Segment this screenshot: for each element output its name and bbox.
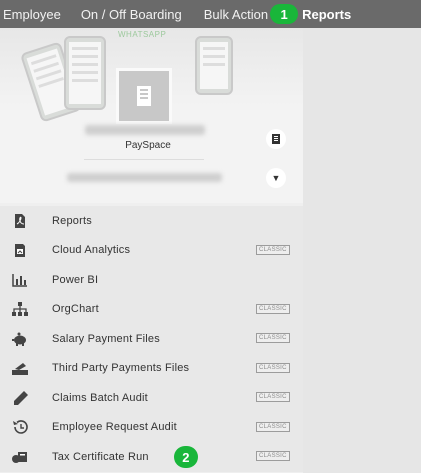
menu-item-claims-batch-audit[interactable]: Claims Batch Audit CLASSIC — [0, 383, 303, 413]
company-switch-icon[interactable] — [266, 129, 286, 149]
classic-badge: CLASSIC — [256, 333, 290, 343]
tab-on-off-boarding[interactable]: On / Off Boarding — [81, 7, 204, 22]
building-icon — [137, 86, 151, 106]
tax-certificate-icon — [12, 450, 28, 464]
classic-badge: CLASSIC — [256, 451, 290, 461]
menu-item-third-party-payments-files[interactable]: Third Party Payments Files CLASSIC — [0, 354, 303, 384]
classic-badge: CLASSIC — [256, 362, 290, 373]
chevron-down-icon[interactable]: ▼ — [266, 168, 286, 188]
menu-item-label: Salary Payment Files — [52, 332, 160, 345]
tab-bulk-action[interactable]: Bulk Action — [204, 7, 278, 22]
menu-item-reports[interactable]: Reports — [0, 206, 303, 236]
menu-item-label: Reports — [52, 214, 92, 227]
menu-item-label: Power BI — [52, 273, 99, 286]
menu-item-employee-request-audit[interactable]: Employee Request Audit CLASSIC — [0, 413, 303, 443]
classic-badge: CLASSIC — [256, 421, 290, 432]
menu-item-orgchart[interactable]: OrgChart CLASSIC — [0, 295, 303, 325]
company-avatar — [116, 68, 172, 124]
sidebar: WHATSAPP PaySpace ▼ Reports Cloud Analyt… — [0, 28, 303, 473]
menu-item-label: OrgChart — [52, 303, 99, 316]
banner-label: WHATSAPP — [118, 30, 167, 39]
menu-item-power-bi[interactable]: Power BI — [0, 265, 303, 295]
profile-panel: WHATSAPP PaySpace ▼ — [0, 28, 303, 203]
blurred-role — [67, 173, 222, 182]
classic-badge: CLASSIC — [256, 303, 290, 314]
divider — [84, 159, 204, 160]
menu-item-cloud-analytics[interactable]: Cloud Analytics CLASSIC — [0, 236, 303, 266]
tab-reports[interactable]: Reports — [302, 7, 361, 22]
piggy-bank-icon — [12, 332, 28, 346]
menu-item-salary-payment-files[interactable]: Salary Payment Files CLASSIC — [0, 324, 303, 354]
pencil-icon — [12, 390, 28, 405]
pdf-report-icon — [12, 213, 28, 228]
classic-badge: CLASSIC — [256, 392, 290, 402]
step-badge-1: 1 — [270, 4, 299, 24]
menu-item-label: Claims Batch Audit — [52, 391, 148, 404]
menu-item-tax-certificate-run[interactable]: Tax Certificate Run 2 CLASSIC — [0, 442, 303, 472]
menu-item-label: Third Party Payments Files — [52, 362, 190, 375]
top-navigation: Employee On / Off Boarding Bulk Action 1… — [0, 0, 421, 28]
org-chart-icon — [12, 302, 28, 317]
blurred-user-name — [85, 125, 205, 135]
cloud-analytics-icon — [12, 243, 28, 258]
menu-item-label: Employee Request Audit — [52, 421, 177, 434]
bar-chart-icon — [12, 273, 28, 287]
tab-employee[interactable]: Employee — [0, 7, 81, 22]
history-icon — [12, 420, 28, 434]
step-badge-2: 2 — [174, 446, 198, 468]
classic-badge: CLASSIC — [256, 244, 290, 255]
reports-menu: Reports Cloud Analytics CLASSIC Power BI… — [0, 206, 303, 472]
company-name: PaySpace — [125, 140, 171, 151]
payments-tray-icon — [12, 361, 28, 376]
phone-image — [195, 36, 233, 95]
content-area — [303, 28, 421, 473]
menu-item-label: Cloud Analytics — [52, 244, 131, 257]
menu-item-label: Tax Certificate Run — [52, 450, 149, 463]
phone-image — [64, 36, 106, 110]
